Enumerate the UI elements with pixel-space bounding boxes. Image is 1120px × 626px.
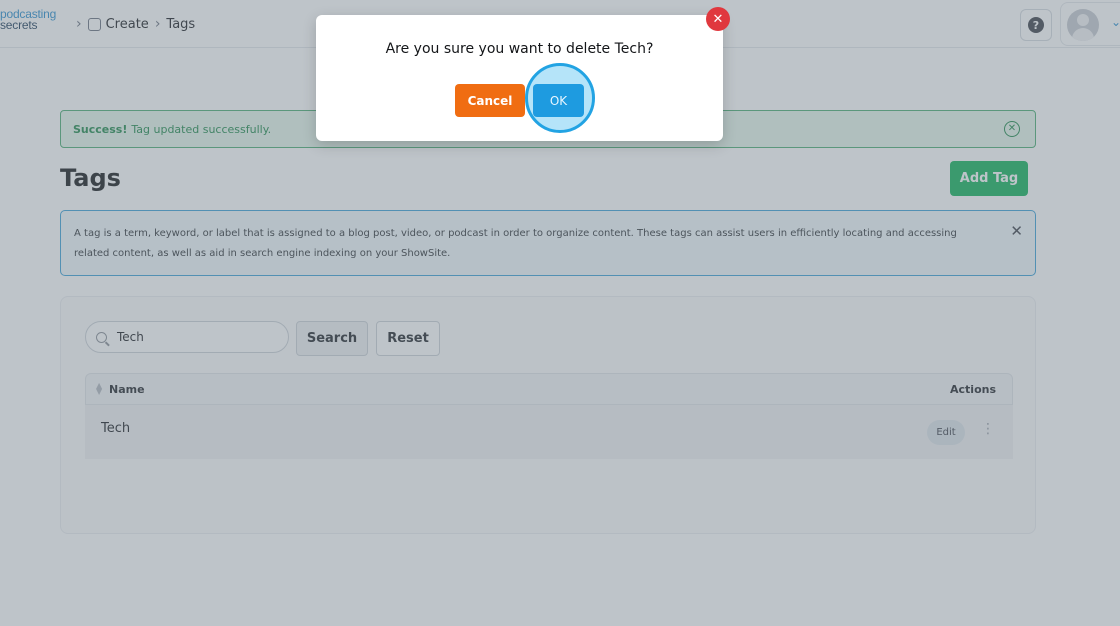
confirm-delete-dialog: Are you sure you want to delete Tech? Ca… xyxy=(316,7,730,141)
dialog-message: Are you sure you want to delete Tech? xyxy=(385,41,654,57)
close-icon[interactable]: ✕ xyxy=(706,7,730,31)
cancel-button[interactable]: Cancel xyxy=(455,84,525,117)
ok-button[interactable]: OK xyxy=(533,84,584,117)
